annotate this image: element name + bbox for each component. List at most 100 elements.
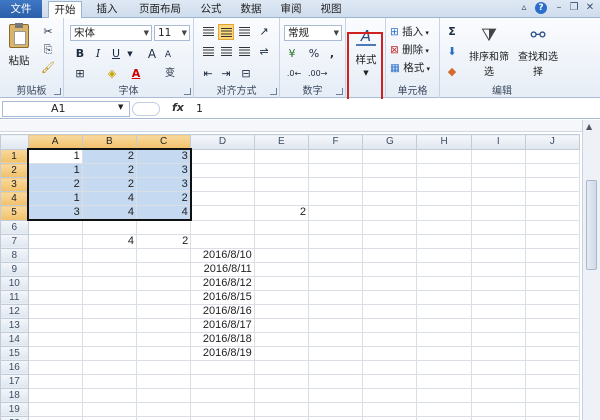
cell-a14[interactable] <box>27 331 83 347</box>
tab-file[interactable]: 文件 <box>0 0 42 18</box>
cell-d15[interactable]: 2016/8/19 <box>190 345 255 361</box>
cell-e14[interactable] <box>253 331 310 347</box>
cell-i12[interactable] <box>470 303 526 319</box>
cell-d20[interactable] <box>190 415 255 420</box>
cell-d13[interactable]: 2016/8/17 <box>190 317 255 333</box>
cell-f5[interactable] <box>307 205 364 221</box>
column-header[interactable]: B <box>81 134 137 150</box>
cell-e10[interactable] <box>253 275 310 291</box>
tab-home[interactable]: 开始 <box>48 1 82 19</box>
vertical-scrollbar[interactable]: ▲ <box>582 120 600 420</box>
cell-i8[interactable] <box>470 247 526 263</box>
border-icon[interactable]: ⊞ <box>72 66 88 82</box>
cell-a15[interactable] <box>27 345 83 361</box>
cell-a5[interactable]: 3 <box>27 205 83 221</box>
cell-h20[interactable] <box>416 415 472 420</box>
cell-a13[interactable] <box>27 317 83 333</box>
cell-g4[interactable] <box>362 191 418 206</box>
cell-b8[interactable] <box>81 247 137 263</box>
cell-b20[interactable] <box>81 415 137 420</box>
cell-h16[interactable] <box>416 359 472 375</box>
row-header[interactable]: 6 <box>0 219 29 235</box>
cell-h8[interactable] <box>416 247 472 263</box>
cell-e7[interactable] <box>253 233 310 249</box>
cell-f11[interactable] <box>307 289 364 305</box>
cell-h10[interactable] <box>416 275 472 291</box>
cell-g7[interactable] <box>362 233 418 249</box>
cell-c14[interactable] <box>135 331 192 347</box>
cell-j8[interactable] <box>524 247 580 263</box>
formula-input[interactable]: 1 <box>196 102 203 115</box>
bold-button[interactable]: B <box>72 46 88 62</box>
cell-f20[interactable] <box>307 415 364 420</box>
cell-e9[interactable] <box>253 261 310 277</box>
cell-g15[interactable] <box>362 345 418 361</box>
delete-cells-button[interactable]: ⊠ 删除 ▾ <box>390 42 429 57</box>
cell-e11[interactable] <box>253 289 310 305</box>
cell-i17[interactable] <box>470 373 526 389</box>
column-header[interactable]: D <box>190 134 255 150</box>
fill-icon[interactable]: ⬇ <box>444 44 460 60</box>
insert-function-icon[interactable]: fx <box>172 101 184 114</box>
cell-b12[interactable] <box>81 303 137 319</box>
cell-b15[interactable] <box>81 345 137 361</box>
cell-h1[interactable] <box>416 148 472 164</box>
cell-j1[interactable] <box>524 148 580 164</box>
column-header[interactable]: F <box>307 134 364 150</box>
cell-h11[interactable] <box>416 289 472 305</box>
cell-f7[interactable] <box>307 233 364 249</box>
cell-i14[interactable] <box>470 331 526 347</box>
help-icon[interactable]: ? <box>535 2 547 14</box>
cell-a7[interactable] <box>27 233 83 249</box>
cell-c10[interactable] <box>135 275 192 291</box>
column-header[interactable]: J <box>524 134 580 150</box>
wrap-text-icon[interactable]: ⇌ <box>256 44 272 60</box>
cell-a10[interactable] <box>27 275 83 291</box>
format-cells-button[interactable]: ▦ 格式 ▾ <box>390 60 430 75</box>
cell-h5[interactable] <box>416 205 472 221</box>
cell-g19[interactable] <box>362 401 418 417</box>
cell-c18[interactable] <box>135 387 192 403</box>
window-restore-icon[interactable]: ❐ <box>568 2 580 14</box>
row-header[interactable]: 8 <box>0 247 29 263</box>
tab-insert[interactable]: 插入 <box>90 1 124 18</box>
cell-h9[interactable] <box>416 261 472 277</box>
cell-c9[interactable] <box>135 261 192 277</box>
fill-color-icon[interactable]: ◈ <box>104 66 120 82</box>
cell-g1[interactable] <box>362 148 418 164</box>
cell-f8[interactable] <box>307 247 364 263</box>
row-header[interactable]: 15 <box>0 345 29 361</box>
cell-a8[interactable] <box>27 247 83 263</box>
cell-h15[interactable] <box>416 345 472 361</box>
cell-f18[interactable] <box>307 387 364 403</box>
cell-d10[interactable]: 2016/8/12 <box>190 275 255 291</box>
cell-b4[interactable]: 4 <box>81 191 137 206</box>
decrease-decimal-icon[interactable]: .00→ <box>308 66 327 82</box>
cell-h13[interactable] <box>416 317 472 333</box>
cell-g8[interactable] <box>362 247 418 263</box>
shrink-font-button[interactable]: A <box>160 47 176 63</box>
cell-c17[interactable] <box>135 373 192 389</box>
column-header[interactable]: I <box>470 134 526 150</box>
percent-button[interactable]: % <box>306 46 322 62</box>
cell-j2[interactable] <box>524 163 580 178</box>
cell-e12[interactable] <box>253 303 310 319</box>
row-header[interactable]: 14 <box>0 331 29 347</box>
grow-font-button[interactable]: A <box>144 46 160 62</box>
window-minimize-icon[interactable]: – <box>553 2 565 14</box>
cell-d1[interactable] <box>190 148 255 164</box>
cell-c6[interactable] <box>135 219 192 235</box>
cell-j20[interactable] <box>524 415 580 420</box>
cell-i18[interactable] <box>470 387 526 403</box>
copy-icon[interactable]: ⎘ <box>40 42 56 58</box>
row-header[interactable]: 16 <box>0 359 29 375</box>
tab-review[interactable]: 审阅 <box>274 1 308 18</box>
cell-b1[interactable]: 2 <box>81 148 137 164</box>
row-header[interactable]: 11 <box>0 289 29 305</box>
find-select-button[interactable]: ⚯ 查找和选择 <box>514 24 562 78</box>
currency-icon[interactable]: ¥ <box>284 46 300 62</box>
cell-c16[interactable] <box>135 359 192 375</box>
cell-f9[interactable] <box>307 261 364 277</box>
paste-button[interactable]: 粘贴 <box>6 23 32 68</box>
row-header[interactable]: 3 <box>0 177 29 192</box>
